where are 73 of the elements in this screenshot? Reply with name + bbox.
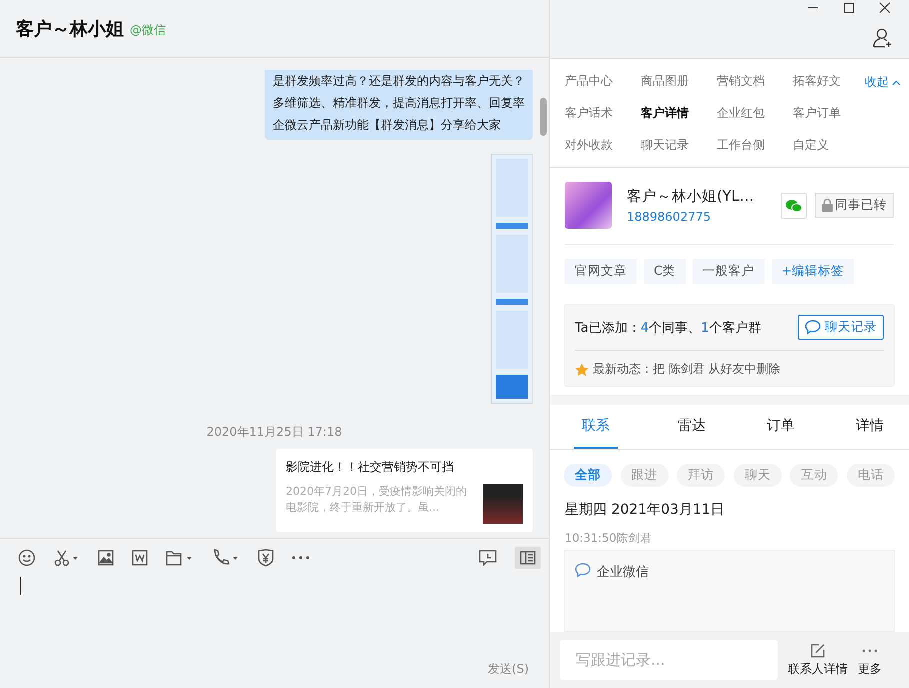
app-tab[interactable]: 对外收款 xyxy=(565,129,613,161)
chat-title: 客户～林小姐 xyxy=(16,18,124,40)
send-button[interactable]: 发送(S) xyxy=(488,661,529,678)
app-tab[interactable]: 客户详情 xyxy=(641,97,689,129)
collapse-link[interactable]: 收起 xyxy=(865,74,901,91)
app-tab[interactable]: 营销文档 xyxy=(717,65,765,97)
follow-up-input[interactable]: 写跟进记录... xyxy=(560,640,778,680)
customer-tag: 一般客户 xyxy=(692,259,765,284)
maximize-icon[interactable] xyxy=(843,2,855,14)
scrollbar-thumb[interactable] xyxy=(540,98,547,136)
filter-chip[interactable]: 电话 xyxy=(846,464,895,487)
link-card[interactable]: 影院进化！！社交营销势不可挡 2020年7月20日，受疫情影响关闭的电影院，终于重新开放了。虽... xyxy=(276,449,533,532)
chat-history-icon[interactable] xyxy=(479,550,497,566)
edit-icon xyxy=(810,642,826,658)
app-tab[interactable]: 拓客好文 xyxy=(793,65,841,97)
chevron-up-icon xyxy=(892,80,901,86)
poster-image[interactable] xyxy=(491,154,533,404)
link-description: 2020年7月20日，受疫情影响关闭的电影院，终于重新开放了。虽... xyxy=(286,484,468,516)
edit-tags-button[interactable]: +编辑标签 xyxy=(772,259,854,284)
latest-activity: 最新动态：把 陈剑君 从好友中删除 xyxy=(593,361,781,378)
record-meta: 10:31:50陈剑君 xyxy=(564,530,654,547)
app-tab[interactable]: 自定义 xyxy=(793,129,829,161)
wechat-button[interactable] xyxy=(781,192,807,218)
detail-tab[interactable]: 雷达 xyxy=(677,405,707,449)
source-label: @微信 xyxy=(130,22,166,38)
message-bubble: 是群发频率过高？还是群发的内容与客户无关？ 多维筛选、精准群发，提高消息打开率、回复率 企微云产品新功能【群发消息】分享给大家 xyxy=(265,70,533,140)
chat-bubble-icon xyxy=(805,320,821,335)
record-channel: 企业微信 xyxy=(597,564,649,581)
customer-tag: C类 xyxy=(644,259,686,284)
added-summary: Ta已添加：4个同事、1个客户群 xyxy=(575,320,762,336)
record-date: 星期四 2021年03月11日 xyxy=(564,501,726,519)
app-tab[interactable]: 客户话术 xyxy=(565,97,613,129)
transfer-button[interactable]: 同事已转 xyxy=(815,193,894,218)
shield-yen-icon[interactable] xyxy=(258,549,274,567)
footer-action[interactable]: 联系人详情 xyxy=(788,642,848,678)
document-icon[interactable] xyxy=(132,550,148,566)
filter-chip[interactable]: 聊天 xyxy=(734,464,782,487)
add-user-icon[interactable] xyxy=(873,28,893,48)
sidebar-toggle-icon[interactable] xyxy=(515,547,541,569)
detail-tab[interactable]: 联系 xyxy=(574,405,618,449)
folder-icon[interactable] xyxy=(166,550,194,566)
avatar xyxy=(565,182,612,229)
filter-chip[interactable]: 拜访 xyxy=(677,464,726,487)
app-tab[interactable]: 聊天记录 xyxy=(641,129,689,161)
wechat-icon xyxy=(785,198,803,212)
filter-chip[interactable]: 跟进 xyxy=(620,464,669,487)
emoji-icon[interactable] xyxy=(18,549,36,567)
chat-history-button[interactable]: 聊天记录 xyxy=(798,315,884,340)
link-title: 影院进化！！社交营销势不可挡 xyxy=(286,459,455,476)
star-icon xyxy=(575,362,589,376)
close-icon[interactable] xyxy=(879,2,891,14)
app-tab[interactable]: 企业红包 xyxy=(717,97,765,129)
detail-tab[interactable]: 详情 xyxy=(855,405,885,449)
filter-chip[interactable]: 互动 xyxy=(790,464,838,487)
more-icon[interactable] xyxy=(292,556,310,560)
scissors-icon[interactable] xyxy=(54,549,80,567)
customer-name: 客户～林小姐(YL… xyxy=(627,188,756,206)
phone-icon[interactable] xyxy=(212,549,240,567)
app-tab[interactable]: 客户订单 xyxy=(793,97,841,129)
message-time: 2020年11月25日 17:18 xyxy=(206,424,344,441)
footer-action[interactable]: 更多 xyxy=(858,642,882,678)
detail-tab[interactable]: 订单 xyxy=(766,405,796,449)
customer-tag: 官网文章 xyxy=(565,259,637,284)
lock-icon xyxy=(822,199,833,212)
image-icon[interactable] xyxy=(98,550,114,566)
app-tab[interactable]: 产品中心 xyxy=(565,65,613,97)
filter-chip[interactable]: 全部 xyxy=(564,464,612,487)
more-icon xyxy=(862,648,878,652)
app-tab[interactable]: 商品图册 xyxy=(641,65,689,97)
phone-number: 18898602775 xyxy=(627,210,712,224)
app-tab[interactable]: 工作台侧 xyxy=(717,129,765,161)
chat-bubble-icon xyxy=(575,563,591,578)
photo-placeholder xyxy=(483,484,523,524)
